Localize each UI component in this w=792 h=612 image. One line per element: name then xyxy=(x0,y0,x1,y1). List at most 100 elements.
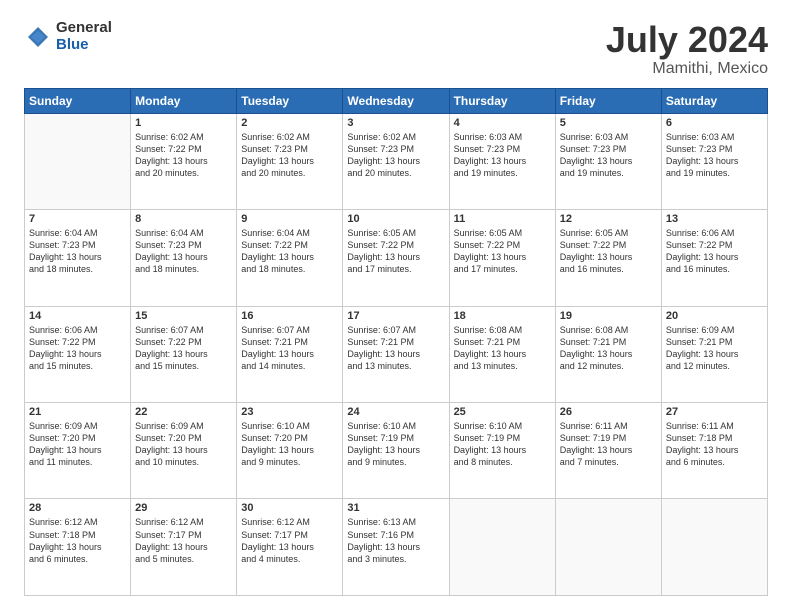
day-info: Sunrise: 6:02 AM Sunset: 7:23 PM Dayligh… xyxy=(347,131,444,180)
col-thursday: Thursday xyxy=(449,88,555,113)
day-info: Sunrise: 6:10 AM Sunset: 7:19 PM Dayligh… xyxy=(347,420,444,469)
day-info: Sunrise: 6:05 AM Sunset: 7:22 PM Dayligh… xyxy=(347,227,444,276)
calendar-cell: 18 Sunrise: 6:08 AM Sunset: 7:21 PM Dayli… xyxy=(449,306,555,402)
title-area: July 2024 Mamithi, Mexico xyxy=(606,20,768,78)
day-info: Sunrise: 6:12 AM Sunset: 7:18 PM Dayligh… xyxy=(29,516,126,565)
calendar-week-row: 1 Sunrise: 6:02 AM Sunset: 7:22 PM Daylig… xyxy=(25,113,768,209)
day-number: 7 xyxy=(29,213,126,225)
calendar-cell: 29Sunrise: 6:12 AM Sunset: 7:17 PM Dayli… xyxy=(131,499,237,596)
day-number: 16 xyxy=(241,310,338,322)
day-number: 18 xyxy=(454,310,551,322)
day-number: 6 xyxy=(666,117,763,129)
day-number: 30 xyxy=(241,502,338,514)
calendar-cell: 20 Sunrise: 6:09 AM Sunset: 7:21 PM Dayli… xyxy=(661,306,767,402)
calendar-cell: 27Sunrise: 6:11 AM Sunset: 7:18 PM Dayli… xyxy=(661,403,767,499)
page: General Blue July 2024 Mamithi, Mexico S… xyxy=(0,0,792,612)
day-number: 11 xyxy=(454,213,551,225)
calendar-cell: 2Sunrise: 6:02 AM Sunset: 7:23 PM Daylig… xyxy=(237,113,343,209)
calendar-week-row: 14 Sunrise: 6:06 AM Sunset: 7:22 PM Dayli… xyxy=(25,306,768,402)
calendar-cell xyxy=(25,113,131,209)
day-info: Sunrise: 6:06 AM Sunset: 7:22 PM Dayligh… xyxy=(29,324,126,373)
day-number: 15 xyxy=(135,310,232,322)
calendar-cell: 25 Sunrise: 6:10 AM Sunset: 7:19 PM Dayli… xyxy=(449,403,555,499)
calendar-cell xyxy=(661,499,767,596)
col-saturday: Saturday xyxy=(661,88,767,113)
calendar-table: Sunday Monday Tuesday Wednesday Thursday… xyxy=(24,88,768,596)
calendar-cell: 4 Sunrise: 6:03 AM Sunset: 7:23 PM Daylig… xyxy=(449,113,555,209)
day-info: Sunrise: 6:03 AM Sunset: 7:23 PM Dayligh… xyxy=(560,131,657,180)
day-number: 22 xyxy=(135,406,232,418)
day-info: Sunrise: 6:03 AM Sunset: 7:23 PM Dayligh… xyxy=(666,131,763,180)
day-info: Sunrise: 6:02 AM Sunset: 7:22 PM Dayligh… xyxy=(135,131,232,180)
day-number: 10 xyxy=(347,213,444,225)
day-number: 13 xyxy=(666,213,763,225)
day-info: Sunrise: 6:07 AM Sunset: 7:21 PM Dayligh… xyxy=(347,324,444,373)
day-info: Sunrise: 6:06 AM Sunset: 7:22 PM Dayligh… xyxy=(666,227,763,276)
calendar-cell: 31Sunrise: 6:13 AM Sunset: 7:16 PM Dayli… xyxy=(343,499,449,596)
day-info: Sunrise: 6:10 AM Sunset: 7:19 PM Dayligh… xyxy=(454,420,551,469)
calendar-cell: 7 Sunrise: 6:04 AM Sunset: 7:23 PM Daylig… xyxy=(25,210,131,306)
day-info: Sunrise: 6:05 AM Sunset: 7:22 PM Dayligh… xyxy=(560,227,657,276)
calendar-cell: 30 Sunrise: 6:12 AM Sunset: 7:17 PM Dayli… xyxy=(237,499,343,596)
calendar-week-row: 28Sunrise: 6:12 AM Sunset: 7:18 PM Dayli… xyxy=(25,499,768,596)
calendar-cell: 6 Sunrise: 6:03 AM Sunset: 7:23 PM Daylig… xyxy=(661,113,767,209)
day-info: Sunrise: 6:12 AM Sunset: 7:17 PM Dayligh… xyxy=(241,516,338,565)
day-number: 3 xyxy=(347,117,444,129)
col-tuesday: Tuesday xyxy=(237,88,343,113)
day-number: 1 xyxy=(135,117,232,129)
calendar-cell: 16 Sunrise: 6:07 AM Sunset: 7:21 PM Dayli… xyxy=(237,306,343,402)
day-info: Sunrise: 6:09 AM Sunset: 7:21 PM Dayligh… xyxy=(666,324,763,373)
day-info: Sunrise: 6:11 AM Sunset: 7:19 PM Dayligh… xyxy=(560,420,657,469)
day-number: 2 xyxy=(241,117,338,129)
calendar-cell: 22 Sunrise: 6:09 AM Sunset: 7:20 PM Dayli… xyxy=(131,403,237,499)
day-number: 9 xyxy=(241,213,338,225)
day-number: 8 xyxy=(135,213,232,225)
day-number: 24 xyxy=(347,406,444,418)
calendar-cell: 11Sunrise: 6:05 AM Sunset: 7:22 PM Dayli… xyxy=(449,210,555,306)
logo-text: General Blue xyxy=(56,20,112,53)
logo: General Blue xyxy=(24,20,112,53)
calendar-cell: 24 Sunrise: 6:10 AM Sunset: 7:19 PM Dayli… xyxy=(343,403,449,499)
header: General Blue July 2024 Mamithi, Mexico xyxy=(24,20,768,78)
calendar-cell: 23 Sunrise: 6:10 AM Sunset: 7:20 PM Dayli… xyxy=(237,403,343,499)
calendar-cell xyxy=(449,499,555,596)
calendar-cell: 13 Sunrise: 6:06 AM Sunset: 7:22 PM Dayli… xyxy=(661,210,767,306)
calendar-cell: 9Sunrise: 6:04 AM Sunset: 7:22 PM Daylig… xyxy=(237,210,343,306)
day-number: 23 xyxy=(241,406,338,418)
calendar-week-row: 7 Sunrise: 6:04 AM Sunset: 7:23 PM Daylig… xyxy=(25,210,768,306)
day-info: Sunrise: 6:07 AM Sunset: 7:21 PM Dayligh… xyxy=(241,324,338,373)
day-number: 29 xyxy=(135,502,232,514)
calendar-cell: 26 Sunrise: 6:11 AM Sunset: 7:19 PM Dayli… xyxy=(555,403,661,499)
calendar-cell: 15 Sunrise: 6:07 AM Sunset: 7:22 PM Dayli… xyxy=(131,306,237,402)
calendar-cell: 21Sunrise: 6:09 AM Sunset: 7:20 PM Dayli… xyxy=(25,403,131,499)
logo-blue-text: Blue xyxy=(56,37,112,54)
calendar-cell: 17 Sunrise: 6:07 AM Sunset: 7:21 PM Dayli… xyxy=(343,306,449,402)
day-number: 21 xyxy=(29,406,126,418)
day-info: Sunrise: 6:09 AM Sunset: 7:20 PM Dayligh… xyxy=(135,420,232,469)
day-info: Sunrise: 6:08 AM Sunset: 7:21 PM Dayligh… xyxy=(560,324,657,373)
day-number: 25 xyxy=(454,406,551,418)
calendar-week-row: 21 Sunrise: 6:09 AM Sunset: 7:20 PM Dayli… xyxy=(25,403,768,499)
calendar-cell: 1 Sunrise: 6:02 AM Sunset: 7:22 PM Daylig… xyxy=(131,113,237,209)
day-info: Sunrise: 6:03 AM Sunset: 7:23 PM Dayligh… xyxy=(454,131,551,180)
day-info: Sunrise: 6:08 AM Sunset: 7:21 PM Dayligh… xyxy=(454,324,551,373)
col-sunday: Sunday xyxy=(25,88,131,113)
calendar-subtitle: Mamithi, Mexico xyxy=(606,60,768,78)
calendar-cell xyxy=(555,499,661,596)
day-info: Sunrise: 6:10 AM Sunset: 7:20 PM Dayligh… xyxy=(241,420,338,469)
day-number: 20 xyxy=(666,310,763,322)
col-friday: Friday xyxy=(555,88,661,113)
col-wednesday: Wednesday xyxy=(343,88,449,113)
day-number: 4 xyxy=(454,117,551,129)
day-number: 14 xyxy=(29,310,126,322)
day-number: 31 xyxy=(347,502,444,514)
logo-general-text: General xyxy=(56,20,112,37)
calendar-cell: 8Sunrise: 6:04 AM Sunset: 7:23 PM Daylig… xyxy=(131,210,237,306)
day-number: 26 xyxy=(560,406,657,418)
day-info: Sunrise: 6:07 AM Sunset: 7:22 PM Dayligh… xyxy=(135,324,232,373)
day-number: 27 xyxy=(666,406,763,418)
day-info: Sunrise: 6:04 AM Sunset: 7:23 PM Dayligh… xyxy=(29,227,126,276)
calendar-cell: 14 Sunrise: 6:06 AM Sunset: 7:22 PM Dayli… xyxy=(25,306,131,402)
day-number: 17 xyxy=(347,310,444,322)
calendar-header-row: Sunday Monday Tuesday Wednesday Thursday… xyxy=(25,88,768,113)
